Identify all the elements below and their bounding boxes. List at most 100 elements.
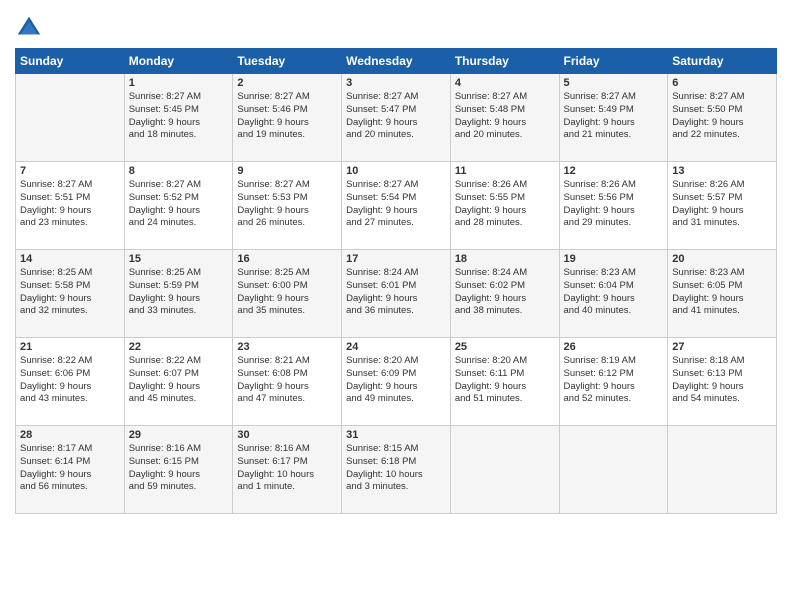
cell-line: and 56 minutes. (20, 481, 120, 494)
cell-line: and 32 minutes. (20, 305, 120, 318)
calendar-cell (559, 426, 668, 514)
day-number: 28 (20, 429, 120, 441)
cell-text: Sunrise: 8:27 AMSunset: 5:50 PMDaylight:… (672, 91, 772, 142)
cell-line: Daylight: 9 hours (346, 117, 446, 130)
cell-text: Sunrise: 8:16 AMSunset: 6:17 PMDaylight:… (237, 443, 337, 494)
cell-line: Sunrise: 8:26 AM (564, 179, 664, 192)
cell-text: Sunrise: 8:21 AMSunset: 6:08 PMDaylight:… (237, 355, 337, 406)
cell-line: Sunrise: 8:17 AM (20, 443, 120, 456)
cell-line: Sunset: 6:06 PM (20, 368, 120, 381)
calendar-cell: 28Sunrise: 8:17 AMSunset: 6:14 PMDayligh… (16, 426, 125, 514)
cell-text: Sunrise: 8:27 AMSunset: 5:51 PMDaylight:… (20, 179, 120, 230)
cell-text: Sunrise: 8:24 AMSunset: 6:01 PMDaylight:… (346, 267, 446, 318)
cell-line: Daylight: 9 hours (237, 293, 337, 306)
calendar-cell: 4 Sunrise: 8:27 AMSunset: 5:48 PMDaylight… (450, 74, 559, 162)
cell-line: and 43 minutes. (20, 393, 120, 406)
header (15, 10, 777, 42)
cell-line: Daylight: 9 hours (237, 117, 337, 130)
day-number: 23 (237, 341, 337, 353)
cell-line: Daylight: 9 hours (346, 381, 446, 394)
day-number: 20 (672, 253, 772, 265)
day-number: 29 (129, 429, 229, 441)
calendar-cell: 31Sunrise: 8:15 AMSunset: 6:18 PMDayligh… (342, 426, 451, 514)
logo-icon (15, 14, 43, 42)
cell-line: Sunset: 5:57 PM (672, 192, 772, 205)
cell-line: Daylight: 9 hours (455, 293, 555, 306)
cell-line: Daylight: 9 hours (20, 205, 120, 218)
cell-line: Sunrise: 8:19 AM (564, 355, 664, 368)
day-number: 3 (346, 77, 446, 89)
cell-line: and 21 minutes. (564, 129, 664, 142)
day-number: 25 (455, 341, 555, 353)
cell-line: Daylight: 9 hours (129, 293, 229, 306)
day-number: 18 (455, 253, 555, 265)
cell-line: Sunset: 5:51 PM (20, 192, 120, 205)
cell-line: Daylight: 9 hours (564, 293, 664, 306)
cell-line: Daylight: 9 hours (455, 117, 555, 130)
cell-text: Sunrise: 8:27 AMSunset: 5:47 PMDaylight:… (346, 91, 446, 142)
cell-line: Sunrise: 8:20 AM (455, 355, 555, 368)
cell-line: Sunrise: 8:26 AM (672, 179, 772, 192)
cell-line: and 45 minutes. (129, 393, 229, 406)
day-number: 30 (237, 429, 337, 441)
calendar-cell: 6Sunrise: 8:27 AMSunset: 5:50 PMDaylight… (668, 74, 777, 162)
day-number: 10 (346, 165, 446, 177)
cell-text: Sunrise: 8:20 AMSunset: 6:09 PMDaylight:… (346, 355, 446, 406)
col-header-friday: Friday (559, 49, 668, 74)
cell-line: Sunrise: 8:23 AM (672, 267, 772, 280)
cell-line: and 1 minute. (237, 481, 337, 494)
day-number: 21 (20, 341, 120, 353)
cell-line: and 19 minutes. (237, 129, 337, 142)
cell-line: Sunset: 6:07 PM (129, 368, 229, 381)
cell-line: Sunset: 6:00 PM (237, 280, 337, 293)
cell-line: Sunset: 6:14 PM (20, 456, 120, 469)
logo (15, 14, 45, 42)
cell-line: and 35 minutes. (237, 305, 337, 318)
cell-line: Sunrise: 8:27 AM (237, 179, 337, 192)
calendar-cell: 29Sunrise: 8:16 AMSunset: 6:15 PMDayligh… (124, 426, 233, 514)
cell-line: Sunrise: 8:27 AM (237, 91, 337, 104)
cell-line: Sunrise: 8:27 AM (129, 179, 229, 192)
calendar-cell: 18Sunrise: 8:24 AMSunset: 6:02 PMDayligh… (450, 250, 559, 338)
day-number: 15 (129, 253, 229, 265)
cell-line: Sunset: 6:05 PM (672, 280, 772, 293)
cell-line: Sunrise: 8:24 AM (346, 267, 446, 280)
cell-line: and 54 minutes. (672, 393, 772, 406)
cell-line: Sunrise: 8:27 AM (455, 91, 555, 104)
calendar-cell: 7Sunrise: 8:27 AMSunset: 5:51 PMDaylight… (16, 162, 125, 250)
cell-line: and 36 minutes. (346, 305, 446, 318)
day-number: 24 (346, 341, 446, 353)
cell-line: and 33 minutes. (129, 305, 229, 318)
cell-line: Sunset: 5:59 PM (129, 280, 229, 293)
cell-line: and 40 minutes. (564, 305, 664, 318)
day-number: 12 (564, 165, 664, 177)
cell-line: Sunset: 6:13 PM (672, 368, 772, 381)
cell-line: and 49 minutes. (346, 393, 446, 406)
cell-text: Sunrise: 8:26 AMSunset: 5:57 PMDaylight:… (672, 179, 772, 230)
cell-line: Sunrise: 8:20 AM (346, 355, 446, 368)
cell-line: Sunrise: 8:25 AM (129, 267, 229, 280)
calendar-cell: 2Sunrise: 8:27 AMSunset: 5:46 PMDaylight… (233, 74, 342, 162)
calendar-cell: 24 Sunrise: 8:20 AMSunset: 6:09 PMDayligh… (342, 338, 451, 426)
cell-line: Sunrise: 8:23 AM (564, 267, 664, 280)
day-number: 5 (564, 77, 664, 89)
col-header-sunday: Sunday (16, 49, 125, 74)
cell-line: and 3 minutes. (346, 481, 446, 494)
cell-line: Daylight: 9 hours (129, 381, 229, 394)
cell-line: and 38 minutes. (455, 305, 555, 318)
cell-text: Sunrise: 8:27 AMSunset: 5:45 PMDaylight:… (129, 91, 229, 142)
cell-line: Sunrise: 8:22 AM (20, 355, 120, 368)
cell-text: Sunrise: 8:27 AMSunset: 5:46 PMDaylight:… (237, 91, 337, 142)
cell-text: Sunrise: 8:18 AMSunset: 6:13 PMDaylight:… (672, 355, 772, 406)
cell-line: Sunrise: 8:18 AM (672, 355, 772, 368)
day-number: 13 (672, 165, 772, 177)
cell-line: and 47 minutes. (237, 393, 337, 406)
calendar-cell: 25Sunrise: 8:20 AMSunset: 6:11 PMDayligh… (450, 338, 559, 426)
cell-text: Sunrise: 8:27 AMSunset: 5:48 PMDaylight:… (455, 91, 555, 142)
cell-line: and 41 minutes. (672, 305, 772, 318)
cell-text: Sunrise: 8:26 AMSunset: 5:56 PMDaylight:… (564, 179, 664, 230)
cell-line: Sunset: 6:15 PM (129, 456, 229, 469)
col-header-thursday: Thursday (450, 49, 559, 74)
day-number: 14 (20, 253, 120, 265)
day-number: 4 (455, 77, 555, 89)
